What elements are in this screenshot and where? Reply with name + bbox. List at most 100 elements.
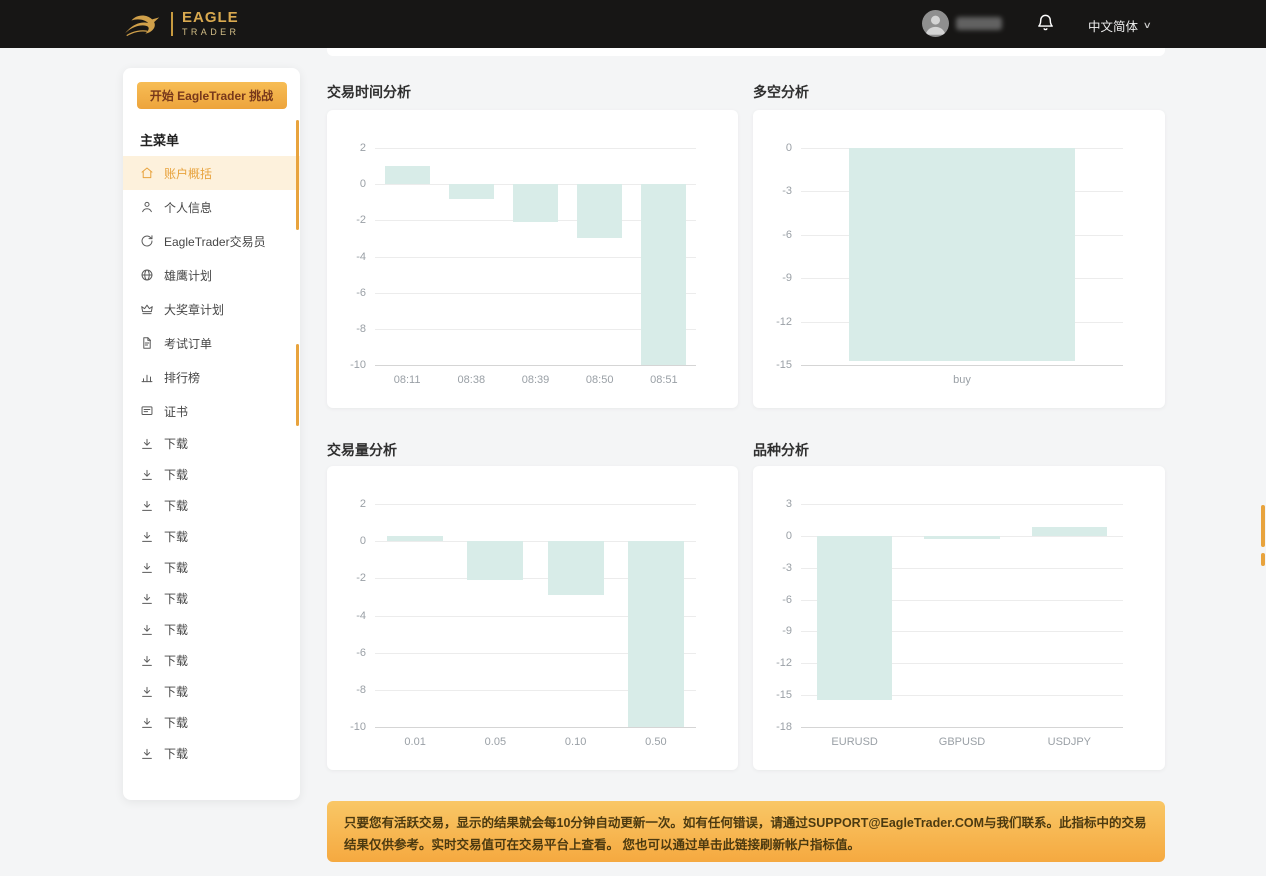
scrolled-card-edge: [327, 48, 1165, 56]
chart-card-trading-time: 20-2-4-6-8-1008:1108:3808:3908:5008:51: [327, 110, 738, 408]
language-selector[interactable]: 中文简体 ∨: [1088, 16, 1151, 35]
bar-08:51: [641, 184, 686, 365]
sidebar-item-eagletrader-trader[interactable]: EagleTrader交易员: [123, 224, 300, 258]
sidebar-item-download-0[interactable]: 下载: [123, 428, 300, 459]
crown-icon: [140, 302, 154, 316]
sidebar-item-grand-medal-plan[interactable]: 大奖章计划: [123, 292, 300, 326]
x-tick-label: buy: [953, 374, 971, 386]
globe-icon: [140, 268, 154, 282]
gridline: [375, 727, 696, 728]
download-icon: [140, 654, 154, 668]
y-tick-label: -3: [782, 562, 792, 574]
notice-text: 只要您有活跃交易，显示的结果就会每10分钟自动更新一次。如有任何错误，请通过SU…: [344, 816, 1147, 852]
x-tick-label: 0.05: [485, 736, 506, 748]
document-icon: [140, 336, 154, 350]
x-tick-label: GBPUSD: [939, 736, 985, 748]
download-icon: [140, 437, 154, 451]
sidebar-item-label: 下载: [164, 497, 188, 514]
x-tick-label: 08:51: [650, 374, 678, 386]
eagle-logo-icon: [120, 11, 162, 38]
y-tick-label: 2: [360, 498, 366, 510]
bar-08:50: [577, 184, 622, 238]
sidebar-item-account-overview[interactable]: 账户概括: [123, 156, 300, 190]
y-tick-label: -10: [350, 721, 366, 733]
sidebar-scrollbar-thumb[interactable]: [296, 120, 299, 230]
sidebar-item-download-6[interactable]: 下载: [123, 614, 300, 645]
y-tick-label: -8: [356, 684, 366, 696]
sidebar-item-download-9[interactable]: 下载: [123, 707, 300, 738]
sidebar-scrollbar-thumb[interactable]: [296, 344, 299, 426]
sidebar-item-label: 下载: [164, 435, 188, 452]
page-scrollbar-thumb[interactable]: [1261, 505, 1265, 547]
y-tick-label: -6: [356, 287, 366, 299]
y-tick-label: -6: [782, 229, 792, 241]
x-tick-label: USDJPY: [1048, 736, 1091, 748]
gridline: [801, 727, 1123, 728]
avatar[interactable]: [922, 10, 949, 37]
x-tick-label: 0.01: [404, 736, 425, 748]
gridline: [375, 148, 696, 149]
sidebar-item-download-5[interactable]: 下载: [123, 583, 300, 614]
sidebar-item-label: 雄鹰计划: [164, 267, 212, 284]
download-icon: [140, 716, 154, 730]
sidebar-item-download-3[interactable]: 下载: [123, 521, 300, 552]
download-icon: [140, 592, 154, 606]
bar-0.01: [387, 536, 443, 542]
sidebar-item-download-8[interactable]: 下载: [123, 676, 300, 707]
sidebar-menu: 账户概括个人信息 EagleTrader交易员雄鹰计划大奖章计划考试订单排行榜证书…: [123, 156, 300, 769]
chevron-down-icon: ∨: [1143, 20, 1152, 31]
refresh-icon: [140, 234, 154, 248]
y-tick-label: -9: [782, 625, 792, 637]
y-tick-label: 0: [360, 535, 366, 547]
bar-chart-volume: 20-2-4-6-8-100.010.050.100.50: [375, 504, 696, 727]
notice-banner: 只要您有活跃交易，显示的结果就会每10分钟自动更新一次。如有任何错误，请通过SU…: [327, 801, 1165, 862]
notifications-bell-icon[interactable]: [1036, 12, 1055, 36]
sidebar-item-certificate[interactable]: 证书: [123, 394, 300, 428]
sidebar-item-download-7[interactable]: 下载: [123, 645, 300, 676]
y-tick-label: -6: [782, 594, 792, 606]
user-icon: [140, 200, 154, 214]
bar-08:11: [385, 166, 430, 184]
chart-title-trading-time: 交易时间分析: [327, 82, 411, 102]
brand-text: EAGLE TRADER: [182, 10, 239, 37]
y-tick-label: -8: [356, 323, 366, 335]
brand-logo[interactable]: EAGLE TRADER: [120, 0, 239, 48]
y-tick-label: -4: [356, 610, 366, 622]
home-icon: [140, 166, 154, 180]
bar-USDJPY: [1032, 527, 1107, 535]
sidebar-item-exam-orders[interactable]: 考试订单: [123, 326, 300, 360]
gridline: [801, 504, 1123, 505]
bar-08:39: [513, 184, 558, 222]
y-tick-label: -6: [356, 647, 366, 659]
y-tick-label: -3: [782, 185, 792, 197]
sidebar-item-profile[interactable]: 个人信息: [123, 190, 300, 224]
x-tick-label: 08:50: [586, 374, 614, 386]
y-tick-label: -18: [776, 721, 792, 733]
sidebar-item-label: 个人信息: [164, 199, 212, 216]
y-tick-label: -15: [776, 689, 792, 701]
sidebar-item-label: 证书: [164, 403, 188, 420]
username-redacted: [956, 17, 1002, 30]
sidebar-item-label: 下载: [164, 683, 188, 700]
sidebar-item-label: 下载: [164, 652, 188, 669]
sidebar-item-label: 排行榜: [164, 369, 200, 386]
sidebar-item-download-2[interactable]: 下载: [123, 490, 300, 521]
user-menu[interactable]: [922, 10, 1002, 37]
y-tick-label: -12: [776, 657, 792, 669]
start-challenge-button[interactable]: 开始 EagleTrader 挑战: [137, 82, 287, 109]
page-scrollbar-thumb[interactable]: [1261, 553, 1265, 566]
gridline: [375, 365, 696, 366]
bar-buy: [849, 148, 1074, 361]
y-tick-label: 0: [786, 142, 792, 154]
sidebar-item-download-1[interactable]: 下载: [123, 459, 300, 490]
sidebar-item-download-10[interactable]: 下载: [123, 738, 300, 769]
bar-chart-symbols: 30-3-6-9-12-15-18EURUSDGBPUSDUSDJPY: [801, 504, 1123, 727]
download-icon: [140, 623, 154, 637]
x-tick-label: EURUSD: [831, 736, 877, 748]
y-tick-label: -9: [782, 272, 792, 284]
sidebar-item-download-4[interactable]: 下载: [123, 552, 300, 583]
sidebar-item-label: 下载: [164, 559, 188, 576]
sidebar-item-label: 大奖章计划: [164, 301, 224, 318]
sidebar-item-leaderboard[interactable]: 排行榜: [123, 360, 300, 394]
sidebar-item-eagle-plan[interactable]: 雄鹰计划: [123, 258, 300, 292]
